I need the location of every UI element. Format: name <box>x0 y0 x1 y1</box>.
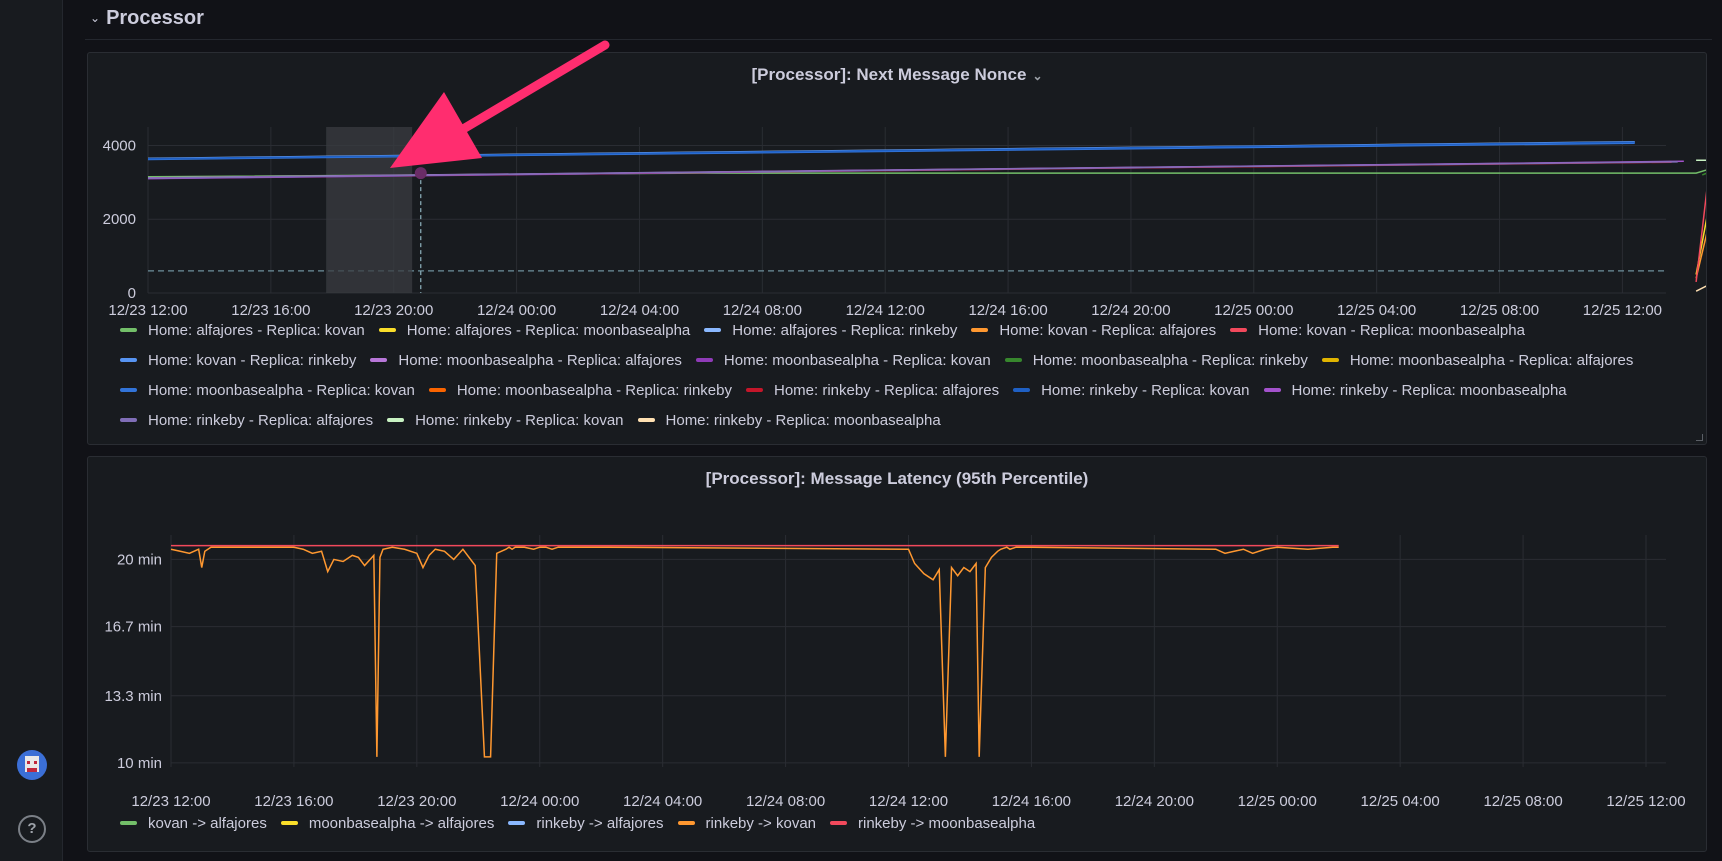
series-line <box>1695 190 1706 283</box>
legend-item[interactable]: Home: moonbasealpha - Replica: rinkeby <box>428 375 732 405</box>
legend-label: Home: rinkeby - Replica: moonbasealpha <box>665 411 941 429</box>
legend-label: rinkeby -> kovan <box>705 814 817 832</box>
legend-label: Home: alfajores - Replica: moonbasealpha <box>406 321 691 339</box>
avatar[interactable] <box>17 750 47 780</box>
panel-message-latency: [Processor]: Message Latency (95th Perce… <box>87 456 1707 852</box>
legend-swatch <box>378 328 396 332</box>
legend-label: Home: alfajores - Replica: rinkeby <box>732 321 958 339</box>
legend-swatch <box>1321 358 1339 362</box>
legend-swatch <box>637 418 655 422</box>
legend-label: Home: rinkeby - Replica: moonbasealpha <box>1291 381 1567 399</box>
series-line <box>170 546 1339 758</box>
latency-chart[interactable]: 12/23 12:00 12/23 16:00 12/23 20:00 12/24 0… <box>88 457 1706 817</box>
legend-swatch <box>428 388 446 392</box>
legend-swatch <box>830 821 848 825</box>
legend-label: Home: moonbasealpha - Replica: alfajores <box>1349 351 1634 369</box>
legend-label: Home: moonbasealpha - Replica: rinkeby <box>1032 351 1308 369</box>
legend-label: rinkeby -> alfajores <box>536 814 664 832</box>
legend-label: kovan -> alfajores <box>148 814 267 832</box>
legend-item[interactable]: Home: alfajores - Replica: moonbasealpha <box>378 315 691 345</box>
legend-item[interactable]: Home: kovan - Replica: rinkeby <box>120 345 356 375</box>
legend: Home: alfajores - Replica: kovan Home: al… <box>120 315 1692 435</box>
legend-label: Home: kovan - Replica: rinkeby <box>148 351 357 369</box>
y-tick-label: 0 <box>128 285 136 302</box>
legend-item[interactable]: rinkeby -> moonbasealpha <box>830 808 1035 838</box>
legend-swatch <box>120 328 137 332</box>
sidebar: ? <box>0 0 63 861</box>
legend-swatch <box>1004 358 1022 362</box>
help-icon[interactable]: ? <box>18 815 46 843</box>
legend-swatch <box>120 418 137 422</box>
legend-swatch <box>387 418 405 422</box>
legend-swatch <box>745 388 763 392</box>
legend-label: Home: moonbasealpha - Replica: kovan <box>723 351 991 369</box>
legend-item[interactable]: Home: alfajores - Replica: kovan <box>120 315 365 345</box>
y-tick-label: 2000 <box>103 211 136 228</box>
y-tick-label: 10 min <box>117 755 162 772</box>
legend-item[interactable]: Home: moonbasealpha - Replica: alfajores <box>370 345 682 375</box>
resize-handle[interactable] <box>1696 434 1703 441</box>
series-line <box>1701 172 1706 176</box>
legend-item[interactable]: Home: rinkeby - Replica: moonbasealpha <box>1263 375 1567 405</box>
legend-item[interactable]: rinkeby -> kovan <box>677 808 817 838</box>
legend-label: Home: kovan - Replica: alfajores <box>999 321 1217 339</box>
legend-swatch <box>1013 388 1031 392</box>
legend-swatch <box>704 328 722 332</box>
y-tick-label: 16.7 min <box>104 619 162 636</box>
legend-swatch <box>370 358 388 362</box>
legend-item[interactable]: Home: rinkeby - Replica: moonbasealpha <box>637 405 941 435</box>
avatar-eye <box>27 761 30 764</box>
legend-item[interactable]: Home: moonbasealpha - Replica: kovan <box>120 375 415 405</box>
legend-label: Home: rinkeby - Replica: kovan <box>415 411 624 429</box>
legend-label: Home: rinkeby - Replica: alfajores <box>773 381 1000 399</box>
hover-point <box>414 167 427 180</box>
row-header-processor[interactable]: ⌄ Processor <box>90 4 204 32</box>
legend-label: Home: moonbasealpha - Replica: alfajores <box>398 351 682 369</box>
legend-swatch <box>677 821 695 825</box>
legend-swatch <box>1263 388 1281 392</box>
legend-item[interactable]: kovan -> alfajores <box>120 808 267 838</box>
legend-swatch <box>1230 328 1248 332</box>
legend-swatch <box>695 358 713 362</box>
legend-item[interactable]: Home: kovan - Replica: moonbasealpha <box>1230 315 1525 345</box>
y-tick-label: 4000 <box>103 137 136 154</box>
legend-label: Home: rinkeby - Replica: alfajores <box>148 411 374 429</box>
legend-swatch <box>280 821 298 825</box>
legend-item[interactable]: Home: kovan - Replica: alfajores <box>971 315 1216 345</box>
legend-swatch <box>120 358 137 362</box>
legend-label: Home: moonbasealpha - Replica: rinkeby <box>456 381 732 399</box>
legend-item[interactable]: Home: rinkeby - Replica: kovan <box>1013 375 1250 405</box>
legend-swatch <box>508 821 526 825</box>
avatar-eye <box>34 761 37 764</box>
panel-next-message-nonce: [Processor]: Next Message Nonce ⌄ 12/23 1… <box>87 52 1707 445</box>
legend-item[interactable]: moonbasealpha -> alfajores <box>280 808 495 838</box>
y-tick-label: 13.3 min <box>104 688 162 705</box>
divider <box>85 39 1712 40</box>
legend-label: rinkeby -> moonbasealpha <box>858 814 1036 832</box>
hover-region <box>326 127 413 293</box>
nonce-chart[interactable]: 12/23 12:00 12/23 16:00 12/23 20:00 12/24 0… <box>88 53 1706 323</box>
legend-label: Home: alfajores - Replica: kovan <box>148 321 365 339</box>
legend-label: Home: moonbasealpha - Replica: kovan <box>148 381 415 399</box>
row-title: Processor <box>106 6 204 29</box>
legend-label: Home: kovan - Replica: moonbasealpha <box>1258 321 1525 339</box>
chevron-down-icon: ⌄ <box>90 11 101 25</box>
legend-swatch <box>971 328 989 332</box>
avatar-mouth <box>27 768 37 772</box>
legend-item[interactable]: Home: rinkeby - Replica: kovan <box>387 405 624 435</box>
legend-swatch <box>120 388 137 392</box>
legend-item[interactable]: Home: moonbasealpha - Replica: alfajores <box>1321 345 1634 375</box>
legend-item[interactable]: rinkeby -> alfajores <box>508 808 664 838</box>
legend: kovan -> alfajores moonbasealpha -> alfaj… <box>120 808 1692 838</box>
legend-item[interactable]: Home: rinkeby - Replica: alfajores <box>120 405 373 435</box>
legend-label: Home: rinkeby - Replica: kovan <box>1041 381 1250 399</box>
legend-item[interactable]: Home: moonbasealpha - Replica: kovan <box>695 345 991 375</box>
legend-item[interactable]: Home: rinkeby - Replica: alfajores <box>745 375 1000 405</box>
legend-item[interactable]: Home: alfajores - Replica: rinkeby <box>704 315 957 345</box>
legend-item[interactable]: Home: moonbasealpha - Replica: rinkeby <box>1004 345 1308 375</box>
legend-label: moonbasealpha -> alfajores <box>308 814 495 832</box>
series-line <box>1695 233 1706 279</box>
legend-swatch <box>120 821 137 825</box>
y-tick-label: 20 min <box>117 551 162 568</box>
